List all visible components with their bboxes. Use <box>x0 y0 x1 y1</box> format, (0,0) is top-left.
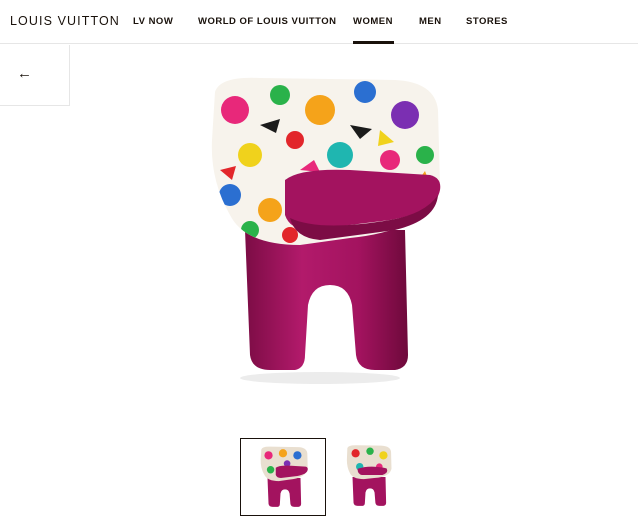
chair-illustration <box>211 77 441 384</box>
site-header: LOUIS VUITTON LV NOW WORLD OF LOUIS VUIT… <box>0 0 638 44</box>
nav-world-of-louis-vuitton[interactable]: WORLD OF LOUIS VUITTON <box>198 16 337 27</box>
chair-alt-thumbnail[interactable] <box>326 438 412 516</box>
nav-women[interactable]: WOMEN <box>353 16 393 27</box>
brand-logo[interactable]: LOUIS VUITTON <box>10 14 120 28</box>
chair-thumbnail-image <box>346 445 392 506</box>
chair-thumbnail-image <box>260 446 308 507</box>
nav-stores[interactable]: STORES <box>466 16 508 27</box>
nav-active-indicator <box>353 41 394 44</box>
product-main-image <box>190 70 460 390</box>
nav-men[interactable]: MEN <box>419 16 442 27</box>
arrow-left-icon: ← <box>17 65 32 82</box>
back-button[interactable]: ← <box>0 45 70 106</box>
nav-lv-now[interactable]: LV NOW <box>133 16 173 27</box>
chair-front-thumbnail[interactable] <box>240 438 326 516</box>
